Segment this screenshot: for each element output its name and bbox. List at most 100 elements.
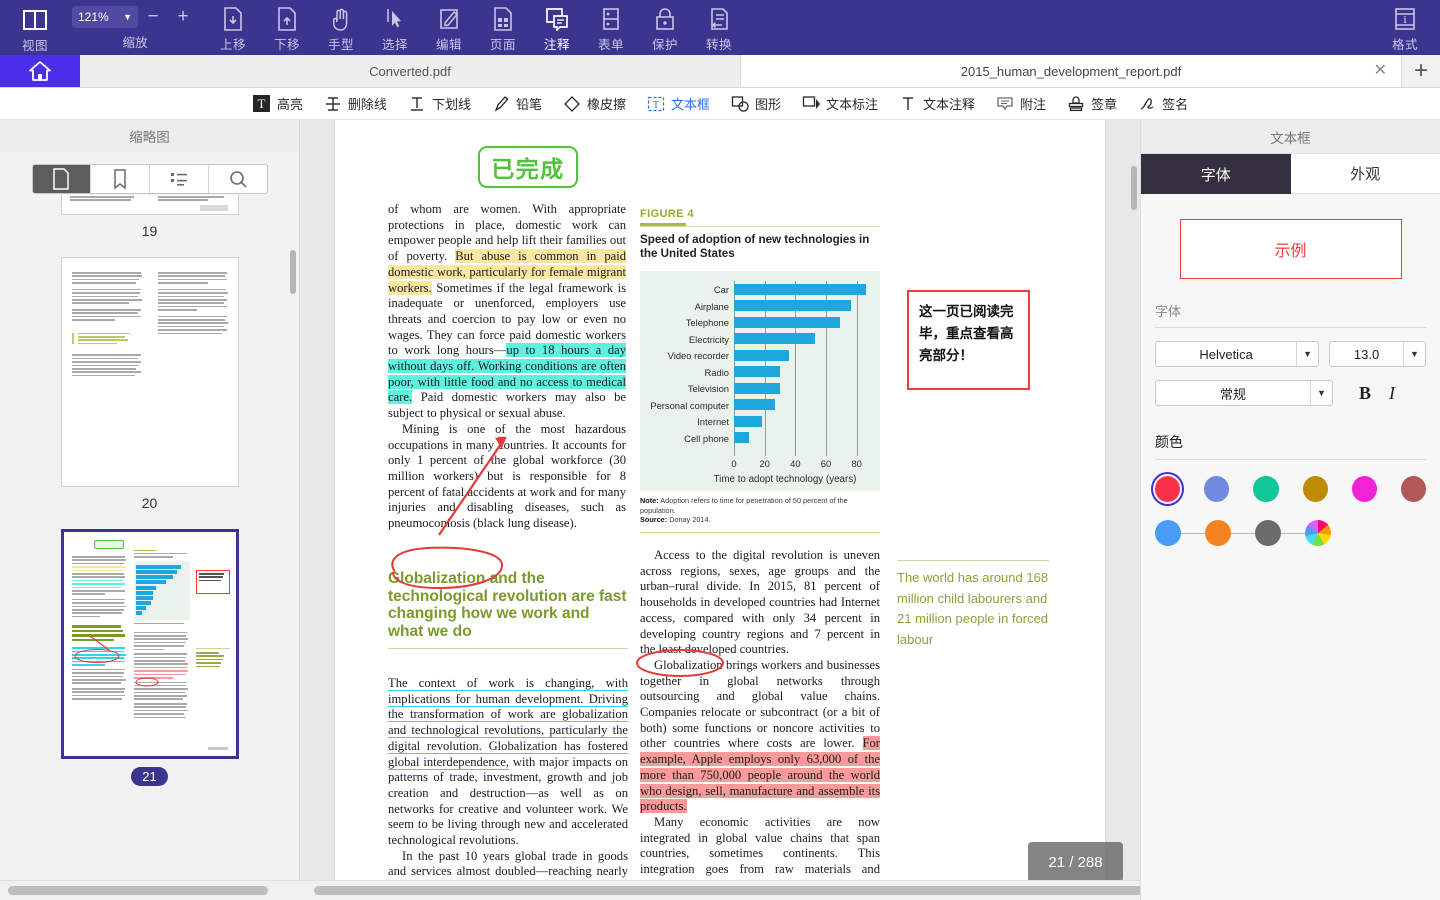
ribbon-item-format[interactable]: i 格式 xyxy=(1378,0,1432,55)
annotation-tool-strikethrough[interactable]: 删除线 xyxy=(323,94,387,114)
zoom-in-button[interactable]: + xyxy=(168,6,198,28)
document-vertical-scrollbar[interactable] xyxy=(1131,166,1137,210)
zoom-level-select[interactable]: 121% ▼ xyxy=(72,6,138,28)
tab-font[interactable]: 字体 xyxy=(1141,154,1291,194)
annotation-tool-text-callout[interactable]: 文本标注 xyxy=(801,94,878,114)
sidebar-tab-thumbnails[interactable] xyxy=(33,165,92,193)
color-swatch[interactable] xyxy=(1205,520,1231,546)
color-swatch[interactable] xyxy=(1253,476,1278,502)
chevron-down-icon: ▼ xyxy=(1296,342,1318,366)
home-button[interactable] xyxy=(0,55,80,87)
annotation-tool-sticky-note[interactable]: 附注 xyxy=(995,94,1046,114)
ribbon-item-convert[interactable]: 转换 xyxy=(692,0,746,55)
ribbon-label-convert: 转换 xyxy=(706,34,732,53)
properties-panel-title: 文本框 xyxy=(1141,120,1440,154)
tab-appearance[interactable]: 外观 xyxy=(1291,154,1440,194)
svg-text:i: i xyxy=(1404,15,1407,26)
tab-converted-pdf[interactable]: Converted.pdf xyxy=(80,55,741,87)
text-box-annotation[interactable]: 这一页已阅读完毕，重点查看高亮部分！ xyxy=(907,290,1030,390)
thumbnail-item-21[interactable]: 21 xyxy=(0,529,299,804)
tab-human-development-report[interactable]: 2015_human_development_report.pdf ✕ xyxy=(741,55,1402,87)
chart-bar-row: Internet xyxy=(648,413,872,430)
annotation-tool-signature[interactable]: 签名 xyxy=(1137,94,1188,114)
chart-bar-row: Cell phone xyxy=(648,430,872,447)
color-section: 颜色 xyxy=(1155,432,1426,546)
outline-list-icon xyxy=(169,170,189,188)
thumbnail-page-image[interactable] xyxy=(61,257,239,487)
color-wheel-icon[interactable] xyxy=(1305,520,1331,546)
annotation-tool-text-comment[interactable]: 文本注释 xyxy=(898,94,975,114)
signature-icon xyxy=(1137,94,1157,114)
font-family-select[interactable]: Helvetica ▼ xyxy=(1155,341,1319,367)
search-icon xyxy=(228,169,248,189)
paragraph-global-trade: In the past 10 years global trade in goo… xyxy=(388,849,628,880)
page-indicator-text: 21 / 288 xyxy=(1048,854,1102,871)
chart-category-label: Airplane xyxy=(648,301,734,312)
chart-bar-track xyxy=(734,380,872,397)
sidebar-tab-bookmarks[interactable] xyxy=(91,165,150,193)
ribbon-item-pages[interactable]: 页面 xyxy=(476,0,530,55)
color-swatch[interactable] xyxy=(1352,476,1377,502)
pdf-page-21[interactable]: 已完成 of whom are women. With appropriate … xyxy=(335,120,1105,880)
ribbon-item-edit[interactable]: 编辑 xyxy=(422,0,476,55)
figure-4: FIGURE 4 Speed of adoption of new techno… xyxy=(640,208,880,533)
annotation-tool-highlight[interactable]: T 高亮 xyxy=(252,94,303,114)
annotation-tool-stamp[interactable]: 签章 xyxy=(1066,94,1117,114)
page-down-icon xyxy=(276,6,298,32)
annotation-tool-underline[interactable]: 下划线 xyxy=(407,94,471,114)
chevron-down-icon: ▼ xyxy=(1403,342,1425,366)
chart-bar-row: Electricity xyxy=(648,331,872,348)
annotation-tool-eraser[interactable]: 橡皮擦 xyxy=(562,94,626,114)
completed-stamp-annotation[interactable]: 已完成 xyxy=(478,146,578,188)
bold-button[interactable]: B xyxy=(1359,383,1371,404)
paragraph-value-chains: Many economic activities are now integra… xyxy=(640,815,880,880)
text-run: Globalization brings workers and busines… xyxy=(640,658,880,751)
ribbon-view-button[interactable]: 视图 xyxy=(12,0,58,55)
thumbnail-page-image[interactable] xyxy=(61,195,239,215)
ribbon-item-protect[interactable]: 保护 xyxy=(638,0,692,55)
tab-title: 2015_human_development_report.pdf xyxy=(961,64,1181,79)
color-swatch-row-2 xyxy=(1155,520,1426,546)
zoom-level-value: 121% xyxy=(78,10,109,24)
ribbon-item-form[interactable]: 表单 xyxy=(584,0,638,55)
svg-text:T: T xyxy=(258,96,266,111)
italic-button[interactable]: I xyxy=(1389,383,1395,404)
font-style-row: 常规 ▼ B I xyxy=(1155,380,1426,406)
chart-bar xyxy=(734,432,749,443)
annotation-label: 橡皮擦 xyxy=(587,94,626,113)
new-tab-button[interactable]: + xyxy=(1402,55,1440,87)
section-heading-globalization: Globalization and the technological revo… xyxy=(388,570,628,649)
color-swatch[interactable] xyxy=(1204,476,1229,502)
color-swatch[interactable] xyxy=(1303,476,1328,502)
annotation-tool-pencil[interactable]: 铅笔 xyxy=(491,94,542,114)
ribbon-item-page-down[interactable]: 下移 xyxy=(260,0,314,55)
annotation-tool-text-box[interactable]: T 文本框 xyxy=(646,94,710,114)
sidebar-tab-outline[interactable] xyxy=(150,165,209,193)
color-swatch[interactable] xyxy=(1255,520,1281,546)
font-size-select[interactable]: 13.0 ▼ xyxy=(1329,341,1426,367)
document-horizontal-scrollbar-thumb[interactable] xyxy=(314,886,1194,895)
font-style-select[interactable]: 常规 ▼ xyxy=(1155,380,1333,406)
close-icon[interactable]: ✕ xyxy=(1374,63,1387,79)
ribbon-item-select-tool[interactable]: 选择 xyxy=(368,0,422,55)
thumbnail-item-19[interactable]: 19 xyxy=(0,195,299,257)
thumbnail-list[interactable]: 19 xyxy=(0,195,299,880)
thumbnail-page-image-current[interactable] xyxy=(61,529,239,759)
sidebar-horizontal-scrollbar-thumb[interactable] xyxy=(8,886,268,895)
color-swatch[interactable] xyxy=(1401,476,1426,502)
chart-category-label: Personal computer xyxy=(648,400,734,411)
chart-bar-row: Personal computer xyxy=(648,397,872,414)
color-swatch[interactable] xyxy=(1155,476,1180,502)
thumbnail-item-20[interactable]: 20 xyxy=(0,257,299,529)
chart-x-axis-title: Time to adopt technology (years) xyxy=(648,474,872,485)
zoom-out-button[interactable]: − xyxy=(138,6,168,28)
heading-text: Globalization and the technological revo… xyxy=(388,570,627,640)
ribbon-item-hand-tool[interactable]: 手型 xyxy=(314,0,368,55)
document-viewport[interactable]: 已完成 of whom are women. With appropriate … xyxy=(300,120,1140,880)
sidebar-vertical-scrollbar[interactable] xyxy=(290,250,296,294)
color-swatch[interactable] xyxy=(1155,520,1181,546)
ribbon-item-comment[interactable]: 注释 xyxy=(530,0,584,55)
sidebar-tab-search[interactable] xyxy=(209,165,267,193)
ribbon-item-page-up[interactable]: 上移 xyxy=(206,0,260,55)
annotation-tool-shape[interactable]: 图形 xyxy=(730,94,781,114)
